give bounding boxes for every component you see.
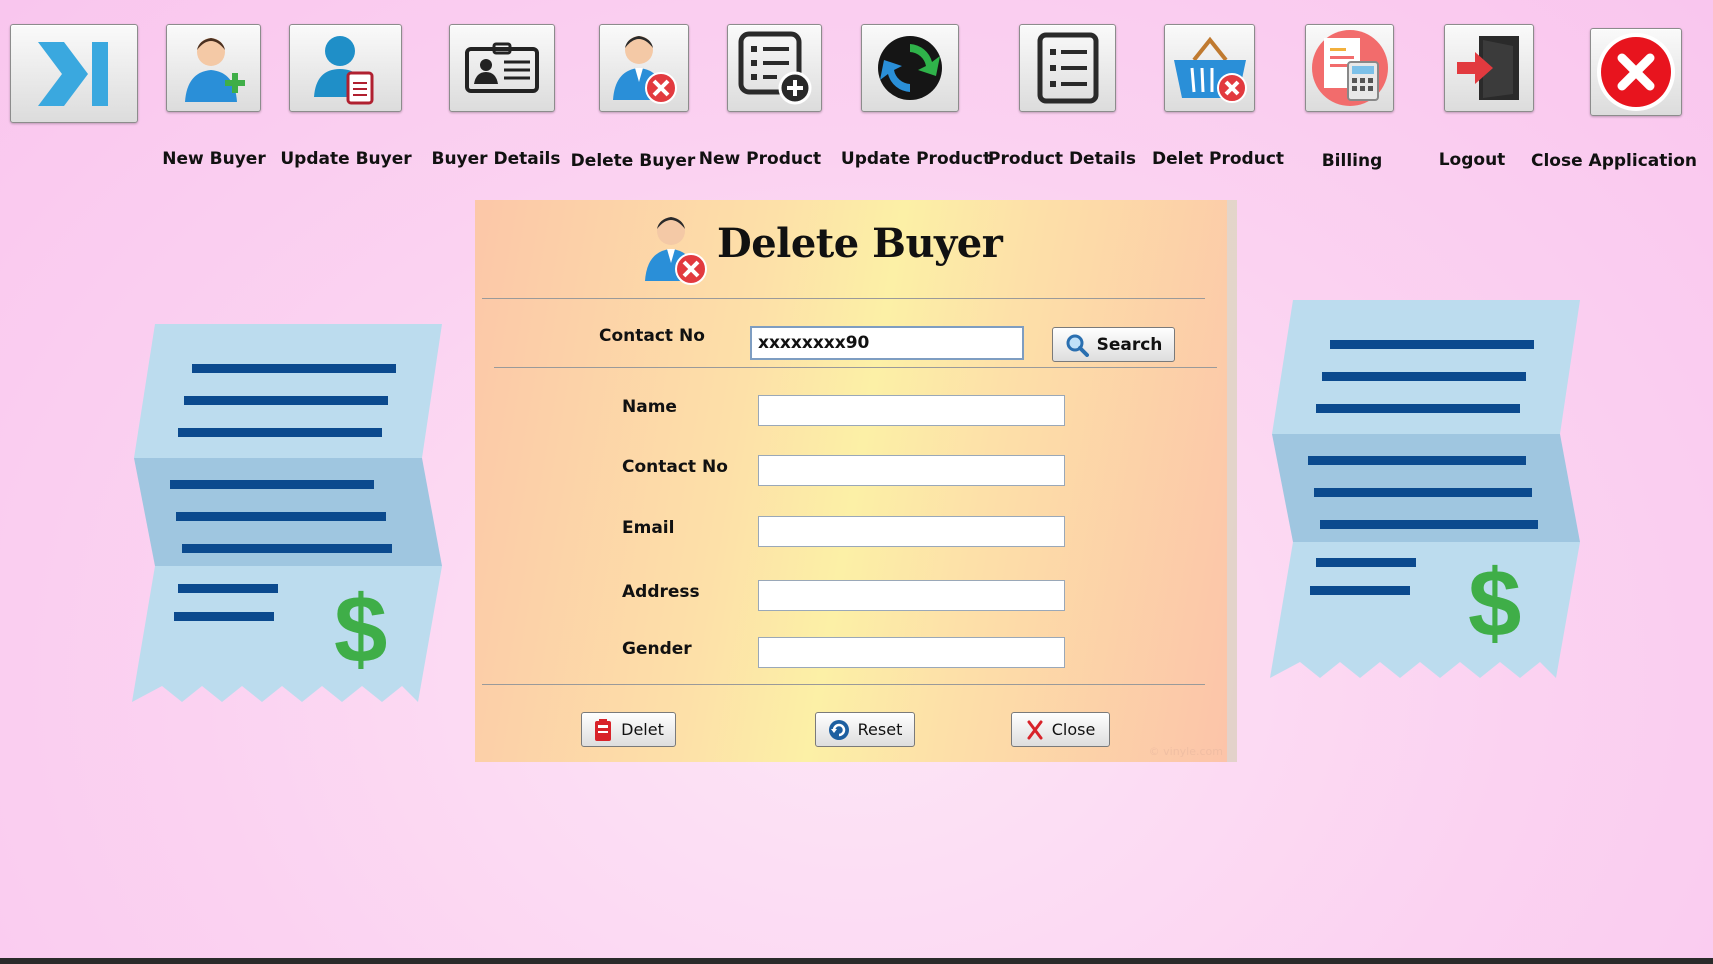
reset-button[interactable]: Reset	[815, 712, 915, 747]
toolbar-button-logout[interactable]	[1444, 24, 1534, 112]
gender-field[interactable]	[758, 637, 1065, 668]
title-divider	[482, 298, 1205, 299]
toolbar-label-delete-buyer: Delete Buyer	[570, 151, 696, 171]
search-divider	[494, 367, 1217, 368]
toolbar-button-delete-buyer[interactable]	[599, 24, 689, 112]
close-x-icon	[1027, 720, 1043, 739]
toolbar-button-close-application[interactable]	[1590, 28, 1682, 116]
toolbar-button-delete-product[interactable]	[1164, 24, 1255, 112]
taskbar-edge	[0, 958, 1713, 964]
toolbar-label-new-product: New Product	[698, 149, 822, 169]
contact-no-field[interactable]	[758, 455, 1065, 486]
toolbar-button-billing[interactable]	[1305, 24, 1394, 112]
address-field[interactable]	[758, 580, 1065, 611]
name-field[interactable]	[758, 395, 1065, 426]
address-label: Address	[622, 582, 700, 602]
toolbar-button-update-product[interactable]	[861, 24, 959, 112]
toolbar-label-billing: Billing	[1321, 151, 1383, 171]
toolbar-button-product-details[interactable]	[1019, 24, 1116, 112]
trash-icon	[595, 718, 612, 741]
delete-user-icon	[613, 36, 677, 104]
list-icon	[1037, 32, 1098, 104]
search-contact-input[interactable]	[750, 326, 1024, 360]
add-user-icon	[184, 38, 245, 102]
exit-door-icon	[1457, 36, 1519, 100]
update-user-icon	[313, 36, 373, 105]
delete-basket-icon	[1173, 36, 1247, 103]
toolbar-label-logout: Logout	[1438, 150, 1506, 170]
search-contact-label: Contact No	[599, 326, 705, 346]
email-field[interactable]	[758, 516, 1065, 547]
toolbar-button-new-product[interactable]	[727, 24, 822, 112]
toolbar-label-update-product: Update Product	[840, 149, 992, 169]
toolbar-button-buyer-details[interactable]	[449, 24, 555, 112]
main-toolbar: New Buyer Update Buyer Buyer Details Del…	[0, 0, 1713, 180]
form-title: Delete Buyer	[717, 220, 1003, 267]
add-list-icon	[738, 31, 811, 105]
toolbar-label-delete-product: Delet Product	[1151, 149, 1285, 169]
delete-buyer-form: Delete Buyer Contact No Search Name Cont…	[475, 200, 1237, 762]
toolbar-label-new-buyer: New Buyer	[162, 149, 266, 169]
toolbar-button-new-buyer[interactable]	[166, 24, 261, 112]
calculator-receipt-icon	[1311, 30, 1388, 106]
delete-button[interactable]: Delet	[581, 712, 676, 747]
svg-text:$: $	[1468, 550, 1521, 657]
skip-to-end-icon	[38, 41, 108, 106]
reset-button-label: Reset	[857, 720, 903, 739]
search-button[interactable]: Search	[1052, 327, 1175, 362]
panel-scroll-edge	[1227, 200, 1237, 762]
delete-user-icon	[645, 217, 707, 285]
toolbar-button-update-buyer[interactable]	[289, 24, 402, 112]
id-card-icon	[465, 42, 539, 93]
refresh-icon	[878, 36, 942, 100]
toolbar-button-skip[interactable]	[10, 24, 138, 123]
contact-no-label: Contact No	[622, 457, 728, 477]
close-button[interactable]: Close	[1011, 712, 1110, 747]
svg-text:$: $	[334, 576, 387, 683]
search-button-label: Search	[1096, 334, 1163, 355]
reset-icon	[828, 719, 849, 740]
toolbar-label-buyer-details: Buyer Details	[431, 149, 561, 169]
toolbar-label-update-buyer: Update Buyer	[280, 149, 412, 169]
toolbar-label-close-application: Close Application	[1531, 151, 1697, 171]
close-button-label: Close	[1051, 720, 1096, 739]
receipt-illustration-left: $	[132, 324, 442, 702]
toolbar-label-product-details: Product Details	[988, 149, 1136, 169]
close-circle-icon	[1597, 33, 1675, 111]
gender-label: Gender	[622, 639, 692, 659]
fields-divider	[482, 684, 1205, 685]
delete-button-label: Delet	[621, 720, 664, 739]
name-label: Name	[622, 397, 677, 417]
receipt-illustration-right: $	[1270, 300, 1580, 678]
watermark: © vinyle.com	[1148, 745, 1223, 758]
email-label: Email	[622, 518, 675, 538]
magnifier-icon	[1066, 334, 1089, 357]
